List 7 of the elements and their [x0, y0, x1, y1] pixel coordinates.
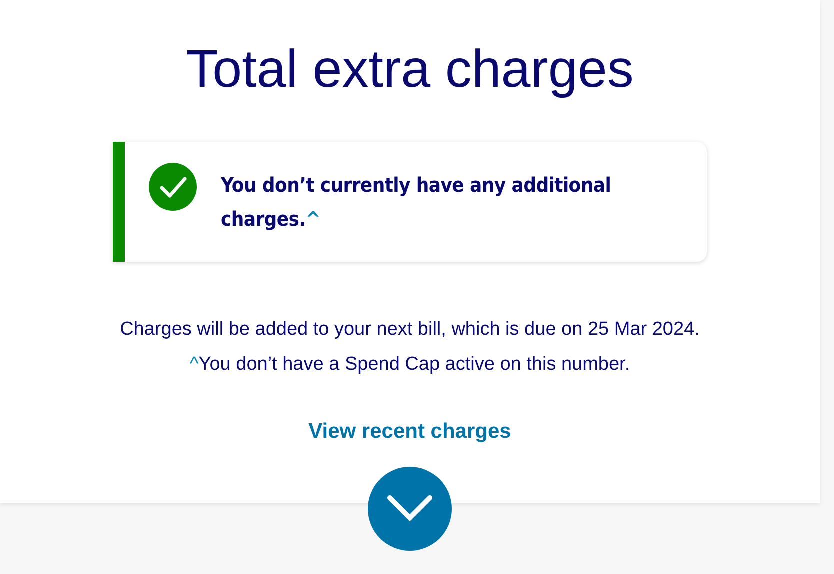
page-title: Total extra charges [186, 39, 634, 101]
spend-cap-note: ^You don’t have a Spend Cap active on this number. [188, 353, 632, 377]
bill-info-text: Charges will be added to your next bill, which is due on 25 Mar 2024. [120, 318, 700, 342]
alert-message: You don’t currently have any additional charges.^ [221, 172, 612, 233]
check-icon [149, 163, 197, 211]
view-recent-charges-link[interactable]: View recent charges [308, 420, 512, 444]
chevron-down-icon [387, 495, 433, 523]
